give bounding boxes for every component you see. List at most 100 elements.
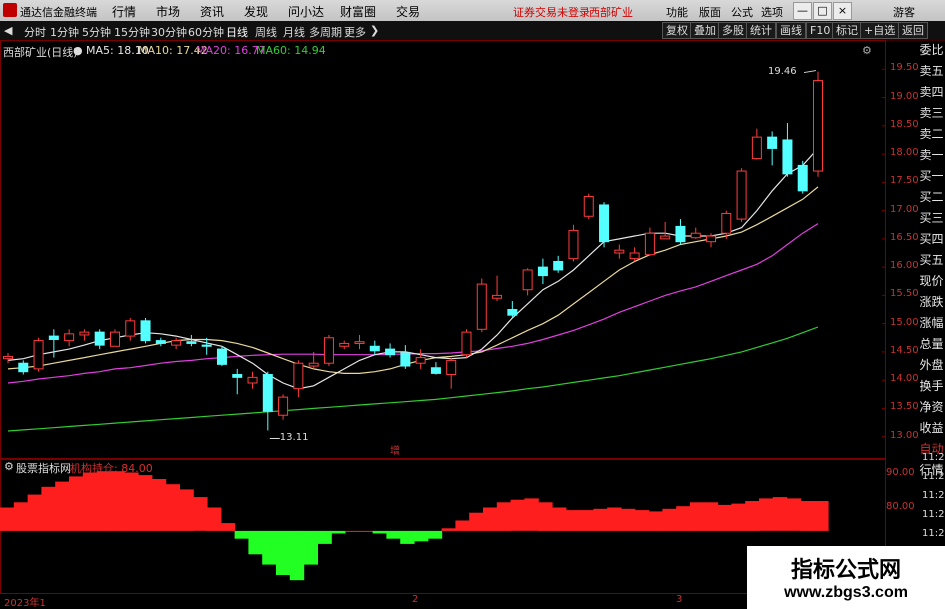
- candle: [247, 371, 258, 389]
- side-item-buy2[interactable]: 买二: [918, 187, 945, 208]
- candle: [140, 318, 151, 344]
- menu-market[interactable]: 市场: [156, 3, 180, 20]
- holding-bar: [441, 528, 456, 531]
- side-item-buy5[interactable]: 买五: [918, 250, 945, 271]
- guest-label[interactable]: 游客: [893, 4, 915, 20]
- more-chevron-icon[interactable]: ❯: [370, 24, 379, 37]
- side-item-buy4[interactable]: 买四: [918, 229, 945, 250]
- menu-trade[interactable]: 交易: [396, 3, 420, 20]
- high-price-annotation: 19.46: [768, 65, 797, 77]
- menu-market-quotes[interactable]: 行情: [112, 3, 136, 20]
- minimize-button[interactable]: —: [793, 2, 812, 20]
- side-item-change-pct[interactable]: 涨幅: [918, 313, 945, 334]
- multi-stock-button[interactable]: 多股: [718, 22, 748, 39]
- candle: [767, 131, 778, 166]
- holding-bar: [524, 498, 539, 531]
- holding-bar: [483, 507, 498, 531]
- menu-ask-xiaoda[interactable]: 问小达: [288, 3, 324, 20]
- period-tab-more[interactable]: 更多: [344, 24, 366, 40]
- candle: [79, 329, 90, 341]
- mark-button[interactable]: 标记: [832, 22, 862, 39]
- side-item-buy1[interactable]: 买一: [918, 166, 945, 187]
- side-item-sell2[interactable]: 卖二: [918, 124, 945, 145]
- menu-functions[interactable]: 功能: [666, 4, 688, 20]
- period-tab-multi[interactable]: 多周期: [309, 24, 342, 40]
- period-tab-monthly[interactable]: 月线: [283, 24, 305, 40]
- side-item-sell5[interactable]: 卖五: [918, 61, 945, 82]
- holding-bar: [345, 530, 360, 532]
- menu-layout[interactable]: 版面: [699, 4, 721, 20]
- time-axis-label: 11:29: [922, 471, 945, 482]
- candle-body: [782, 139, 793, 175]
- side-item-sell3[interactable]: 卖三: [918, 103, 945, 124]
- indicator-gear-icon[interactable]: ⚙: [4, 460, 14, 473]
- app-logo-icon: [3, 3, 17, 17]
- candle-body: [140, 320, 151, 342]
- menu-options[interactable]: 选项: [761, 4, 783, 20]
- price-axis-label: 17.50: [890, 175, 919, 187]
- holding-bar: [745, 501, 760, 531]
- time-axis-label: 11:29: [922, 490, 945, 501]
- current-stock-label: 西部矿业: [589, 6, 633, 19]
- period-tab-daily[interactable]: 日线: [226, 24, 248, 40]
- price-axis-label: 15.00: [890, 316, 919, 328]
- period-tab-15min[interactable]: 15分钟: [114, 24, 150, 40]
- holding-bar: [593, 508, 608, 531]
- candle-body: [354, 341, 365, 344]
- side-item-price[interactable]: 现价: [918, 271, 945, 292]
- candle-body: [767, 136, 778, 149]
- indicator-value: 机构持仓: 84.00: [70, 462, 153, 475]
- holding-bar: [151, 479, 167, 531]
- period-tab-weekly[interactable]: 周线: [255, 24, 277, 40]
- back-button[interactable]: 返回: [898, 22, 928, 39]
- f10-button[interactable]: F10: [806, 22, 835, 39]
- side-item-net-assets[interactable]: 净资: [918, 397, 945, 418]
- back-icon[interactable]: ◀: [4, 24, 12, 37]
- holding-bar: [717, 504, 732, 531]
- period-tab-intraday[interactable]: 分时: [24, 24, 46, 40]
- kline-frame: [0, 40, 886, 460]
- side-item-change[interactable]: 涨跌: [918, 292, 945, 313]
- side-item-volume[interactable]: 总量: [918, 334, 945, 355]
- period-tab-60min[interactable]: 60分钟: [188, 24, 224, 40]
- draw-line-button[interactable]: 画线: [776, 22, 806, 39]
- menu-discover[interactable]: 发现: [244, 3, 268, 20]
- kline-chart[interactable]: [0, 40, 888, 460]
- candle-body: [247, 376, 258, 384]
- period-tab-5min[interactable]: 5分钟: [82, 24, 111, 40]
- holding-bar: [621, 508, 636, 531]
- side-item-outer-volume[interactable]: 外盘: [918, 355, 945, 376]
- candle-body: [308, 362, 319, 367]
- stats-button[interactable]: 统计: [746, 22, 776, 39]
- overlay-button[interactable]: 叠加: [690, 22, 720, 39]
- side-item-buy3[interactable]: 买三: [918, 208, 945, 229]
- candle-body: [369, 345, 380, 352]
- holding-bar: [772, 497, 788, 531]
- period-tab-1min[interactable]: 1分钟: [50, 24, 79, 40]
- side-item-earnings[interactable]: 收益: [918, 418, 945, 439]
- price-axis-label: 14.00: [890, 373, 919, 385]
- holding-bar: [303, 530, 318, 565]
- maximize-button[interactable]: □: [813, 2, 832, 20]
- candle-body: [415, 357, 426, 364]
- holding-bar: [276, 530, 291, 575]
- candle: [109, 329, 120, 347]
- side-item-sell1[interactable]: 卖一: [918, 145, 945, 166]
- menu-news[interactable]: 资讯: [200, 3, 224, 20]
- holding-bar: [248, 530, 263, 555]
- add-watchlist-button[interactable]: +自选: [860, 22, 900, 39]
- adjust-button[interactable]: 复权: [662, 22, 692, 39]
- close-button[interactable]: ×: [833, 2, 852, 20]
- candle-body: [583, 195, 594, 217]
- side-item-sell4[interactable]: 卖四: [918, 82, 945, 103]
- menu-wealth-circle[interactable]: 财富圈: [340, 3, 376, 20]
- side-item-weibi[interactable]: 委比: [918, 40, 945, 61]
- menu-formula[interactable]: 公式: [731, 4, 753, 20]
- period-tab-30min[interactable]: 30分钟: [151, 24, 187, 40]
- side-item-turnover[interactable]: 换手: [918, 376, 945, 397]
- candle-body: [293, 362, 304, 390]
- trade-login-warning[interactable]: 证券交易未登录: [513, 4, 590, 20]
- candle: [446, 357, 457, 389]
- candle-body: [94, 331, 105, 346]
- candle-body: [385, 348, 396, 356]
